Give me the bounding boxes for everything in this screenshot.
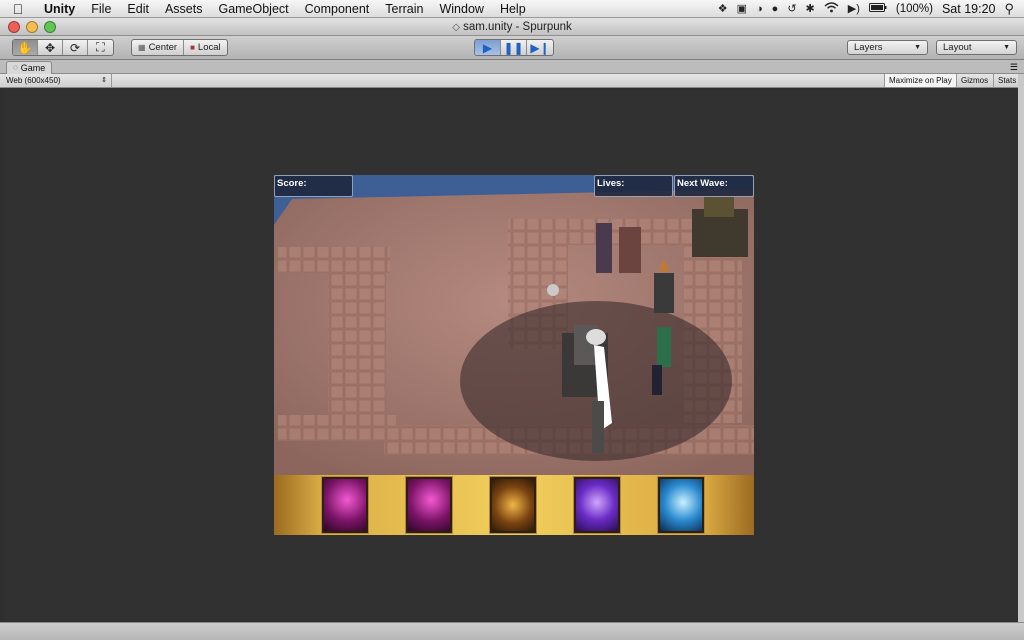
pivot-local-label: Local <box>197 42 221 53</box>
menu-edit[interactable]: Edit <box>119 2 157 16</box>
dropbox-icon[interactable]: ❖ <box>718 2 728 15</box>
hud-next-wave-panel: Next Wave: <box>674 175 754 197</box>
menu-assets[interactable]: Assets <box>157 2 211 16</box>
tab-game-label: Game <box>20 63 46 73</box>
transform-tools: ✋ ✥ ⟳ ⛶ <box>12 39 114 56</box>
hud-lives-panel: Lives: <box>594 175 673 197</box>
minimize-window-button[interactable] <box>26 21 38 33</box>
step-button-icon[interactable]: ▶❙ <box>527 40 553 55</box>
resolution-label: Web (600x450) <box>6 76 61 85</box>
apple-icon[interactable]:  <box>0 1 36 17</box>
unity-document-icon: ◇ <box>452 22 460 33</box>
window-title-bar: ◇ sam.unity - Spurpunk <box>0 18 1024 36</box>
dropdown-arrow-icon: ⇕ <box>101 77 107 84</box>
rotate-tool-icon[interactable]: ⟳ <box>63 40 88 55</box>
tab-game[interactable]: ◌ Game <box>6 61 53 74</box>
status-bar <box>0 622 1024 640</box>
game-view-icon: ◌ <box>13 63 18 72</box>
battery-percent: (100%) <box>895 2 933 15</box>
game-render[interactable]: Score: Lives: Next Wave: <box>274 175 754 535</box>
menu-clock[interactable]: Sat 19:20 <box>942 2 996 16</box>
tower-card-bar <box>274 475 754 535</box>
window-title: sam.unity - Spurpunk <box>463 21 572 33</box>
pivot-toggles: ▦ Center ■ Local <box>131 39 228 56</box>
layers-dropdown[interactable]: Layers ▼ <box>847 40 928 55</box>
hud-score-label: Score: <box>277 178 307 189</box>
projectile <box>547 284 559 296</box>
close-window-button[interactable] <box>8 21 20 33</box>
layout-label: Layout <box>943 42 972 53</box>
gizmos-toggle[interactable]: Gizmos <box>956 74 992 87</box>
moon-icon[interactable]: ◑ <box>756 3 763 15</box>
dropdown-arrow-icon: ▼ <box>1003 44 1010 51</box>
maximize-on-play-toggle[interactable]: Maximize on Play <box>884 74 956 87</box>
unity-toolbar: ✋ ✥ ⟳ ⛶ ▦ Center ■ Local ▶ ❚❚ ▶❙ Layers … <box>0 36 1024 60</box>
spotlight-search-icon[interactable]: ⚲ <box>1004 1 1014 17</box>
menu-component[interactable]: Component <box>297 2 378 16</box>
panel-menu-icon[interactable]: ☰ <box>1010 60 1018 74</box>
scale-tool-icon[interactable]: ⛶ <box>88 40 113 55</box>
menu-terrain[interactable]: Terrain <box>377 2 431 16</box>
move-tool-icon[interactable]: ✥ <box>38 40 63 55</box>
pivot-center-button[interactable]: ▦ Center <box>132 40 185 55</box>
layout-dropdown[interactable]: Layout ▼ <box>936 40 1017 55</box>
play-button-icon[interactable]: ▶ <box>475 40 501 55</box>
hud-score-panel: Score: <box>274 175 353 197</box>
wifi-icon[interactable] <box>824 1 839 16</box>
menu-window[interactable]: Window <box>431 2 491 16</box>
hand-tool-icon[interactable]: ✋ <box>13 40 38 55</box>
gold-dragon-emblem-card[interactable] <box>490 477 536 533</box>
game-view-controls: Web (600x450) ⇕ Maximize on Play Gizmos … <box>0 74 1024 88</box>
pivot-center-label: Center <box>148 42 178 53</box>
menu-help[interactable]: Help <box>492 2 534 16</box>
layers-label: Layers <box>854 42 883 53</box>
playback-controls: ▶ ❚❚ ▶❙ <box>474 39 554 56</box>
battery-icon[interactable] <box>868 2 887 15</box>
display-mirror-icon[interactable]: ▣ <box>737 2 747 15</box>
stats-toggle[interactable]: Stats <box>993 74 1020 87</box>
time-machine-icon[interactable]: ↺ <box>787 2 796 15</box>
menu-gameobject[interactable]: GameObject <box>210 2 296 16</box>
menu-extras: ❖ ▣ ◑ ● ↺ ✱ ▶) (100%) Sat 19:20 ⚲ <box>718 1 1024 17</box>
menu-bar:  Unity File Edit Assets GameObject Comp… <box>0 0 1024 18</box>
menu-file[interactable]: File <box>83 2 119 16</box>
volume-icon[interactable]: ▶) <box>848 2 860 15</box>
game-tab-bar: ◌ Game ☰ <box>0 60 1024 74</box>
center-pivot-icon: ▦ <box>138 43 146 52</box>
zoom-window-button[interactable] <box>44 21 56 33</box>
local-pivot-icon: ■ <box>190 43 195 52</box>
bluetooth-icon[interactable]: ✱ <box>806 2 815 15</box>
pivot-local-button[interactable]: ■ Local <box>184 40 227 55</box>
resolution-dropdown[interactable]: Web (600x450) ⇕ <box>6 74 112 87</box>
growl-icon[interactable]: ● <box>772 3 779 15</box>
menu-unity[interactable]: Unity <box>36 2 83 16</box>
dropdown-arrow-icon: ▼ <box>914 44 921 51</box>
hud-lives-label: Lives: <box>597 178 625 189</box>
magenta-hooded-figure-card[interactable] <box>406 477 452 533</box>
traffic-lights <box>8 21 56 33</box>
magenta-hooded-figure-card[interactable] <box>322 477 368 533</box>
blue-ice-shard-card[interactable] <box>658 477 704 533</box>
vertical-scrollbar[interactable] <box>1018 74 1024 622</box>
pause-button-icon[interactable]: ❚❚ <box>501 40 527 55</box>
purple-energy-blast-card[interactable] <box>574 477 620 533</box>
hud-next-wave-label: Next Wave: <box>677 178 728 189</box>
